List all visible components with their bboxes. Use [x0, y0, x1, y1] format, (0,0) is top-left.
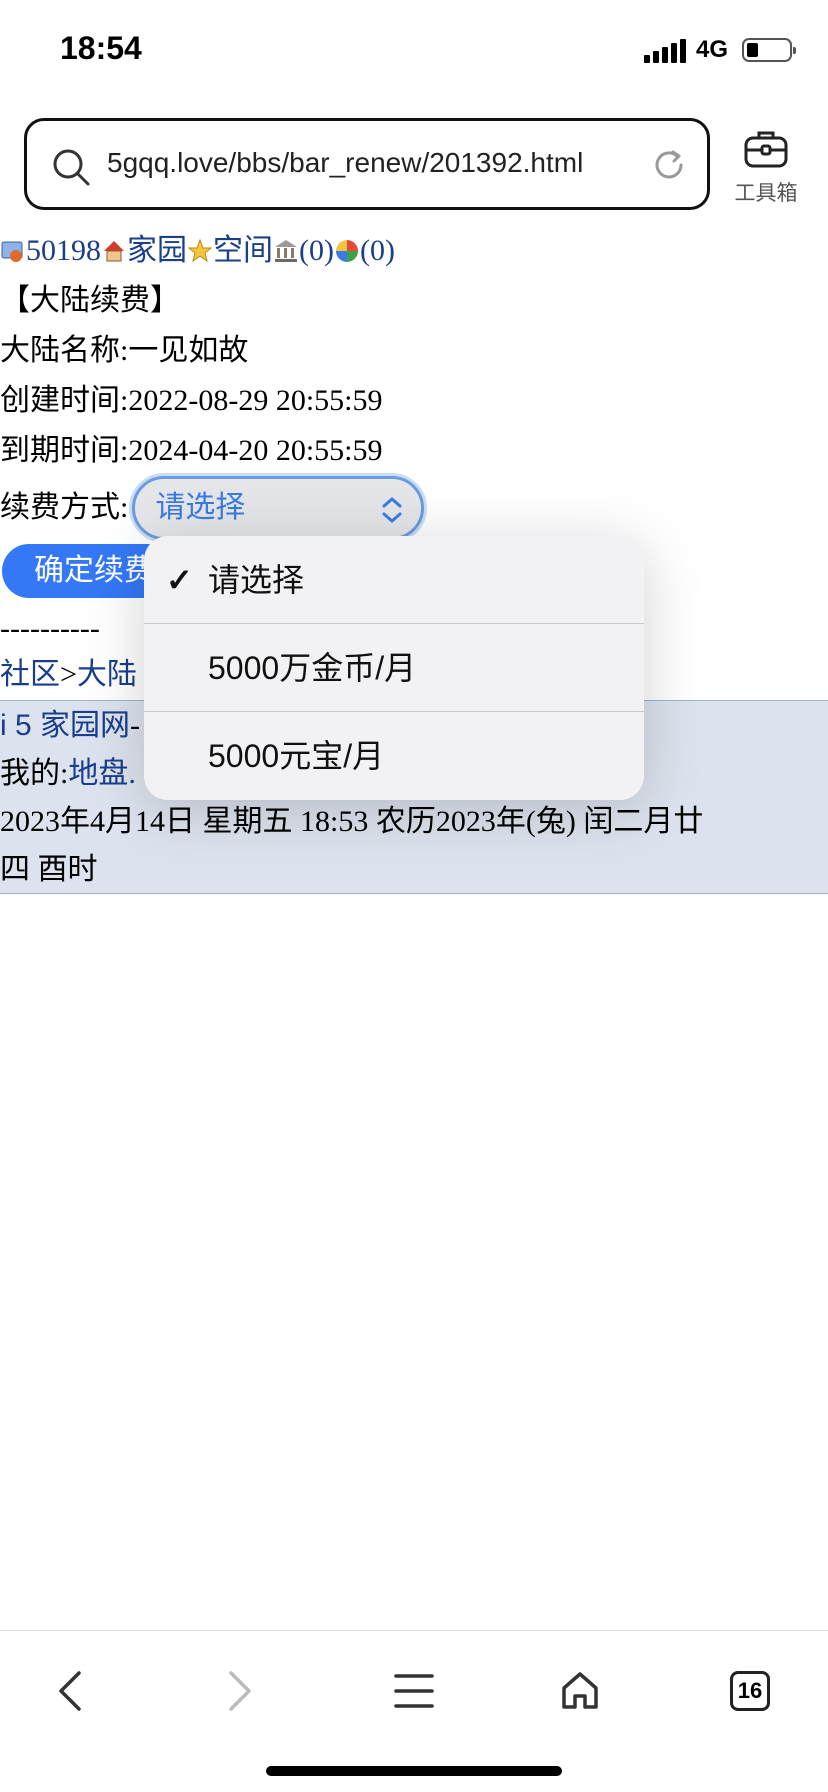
- url-text[interactable]: 5gqq.love/bbs/bar_renew/201392.html: [107, 147, 583, 179]
- back-button[interactable]: [40, 1661, 100, 1721]
- datetime-line-1: 2023年4月14日 星期五 18:53 农历2023年(兔) 闰二月廿: [0, 805, 704, 838]
- space-link[interactable]: 空间: [213, 226, 273, 276]
- option-label: 5000万金币/月: [208, 650, 417, 686]
- star-icon: [187, 238, 213, 263]
- breadcrumb-community[interactable]: 社区: [0, 658, 60, 691]
- status-time: 18:54: [60, 30, 142, 66]
- tabs-button[interactable]: 16: [720, 1661, 780, 1721]
- reload-icon[interactable]: [651, 147, 687, 183]
- chevron-updown-icon: [382, 497, 402, 523]
- menu-icon: [394, 1674, 434, 1708]
- checkmark-icon: ✓: [166, 562, 193, 598]
- home-link[interactable]: 家园: [127, 226, 187, 276]
- option-label: 请选择: [208, 562, 305, 598]
- expire-time: 到期时间:2024-04-20 20:55:59: [0, 434, 383, 467]
- status-indicators: 4G: [643, 36, 796, 64]
- site-link[interactable]: i 5 家园网: [0, 709, 130, 742]
- created-time: 创建时间:2022-08-29 20:55:59: [0, 384, 383, 417]
- pinwheel-icon: [335, 240, 358, 262]
- breadcrumb-separator: >: [60, 658, 77, 691]
- page-content: 50198 家园 空间 (0) (0) 【大陆续费】 大陆名称:一见如故 创建时…: [0, 226, 828, 540]
- renew-label: 续费方式:: [0, 491, 129, 524]
- toolbox-button[interactable]: 工具箱: [730, 128, 802, 208]
- user-id-link[interactable]: 50198: [26, 226, 101, 276]
- renew-options-dropdown: ✓ 请选择 5000万金币/月 5000元宝/月: [144, 536, 644, 800]
- option-gold-coins[interactable]: 5000万金币/月: [144, 624, 644, 712]
- breadcrumb: 社区>大陆: [0, 650, 137, 700]
- chevron-right-icon: [229, 1671, 251, 1711]
- breadcrumb-mainland[interactable]: 大陆: [77, 658, 137, 691]
- toolbox-label: 工具箱: [734, 182, 798, 205]
- address-bar[interactable]: 5gqq.love/bbs/bar_renew/201392.html: [24, 118, 710, 210]
- menu-button[interactable]: [384, 1661, 444, 1721]
- home-button[interactable]: [550, 1661, 610, 1721]
- tabs-count-icon: 16: [730, 1671, 770, 1711]
- option-yuanbao[interactable]: 5000元宝/月: [144, 712, 644, 800]
- count-link-b[interactable]: (0): [360, 226, 395, 276]
- search-icon: [53, 149, 90, 186]
- network-label: 4G: [695, 36, 728, 63]
- user-icon: [1, 241, 23, 262]
- status-bar: 18:54 4G: [0, 0, 828, 100]
- mainland-name: 大陆名称:一见如故: [0, 334, 249, 367]
- house-icon: [562, 1672, 598, 1709]
- chevron-left-icon: [59, 1671, 81, 1711]
- count-link-a[interactable]: (0): [299, 226, 334, 276]
- top-nav: 50198 家园 空间 (0) (0): [0, 226, 828, 276]
- toolbox-icon: [744, 131, 788, 168]
- battery-icon: [742, 38, 796, 62]
- option-label: 5000元宝/月: [208, 738, 385, 774]
- datetime-line-2: 四 酉时: [0, 853, 98, 886]
- select-value: 请选择: [155, 491, 246, 524]
- renew-method-select[interactable]: 请选择: [132, 476, 425, 540]
- forward-button[interactable]: [210, 1661, 270, 1721]
- divider: ----------: [0, 612, 100, 645]
- option-please-select[interactable]: ✓ 请选择: [144, 536, 644, 624]
- renew-row: 续费方式: 请选择: [0, 476, 828, 540]
- my-territory-link[interactable]: 地盘.: [68, 757, 136, 790]
- signal-icon: [643, 37, 686, 63]
- home-icon: [104, 241, 124, 262]
- home-indicator: [266, 1766, 562, 1776]
- bank-icon: [275, 240, 297, 262]
- my-label: 我的:: [0, 757, 69, 790]
- site-suffix: -: [130, 709, 141, 742]
- page-heading: 【大陆续费】: [0, 284, 180, 317]
